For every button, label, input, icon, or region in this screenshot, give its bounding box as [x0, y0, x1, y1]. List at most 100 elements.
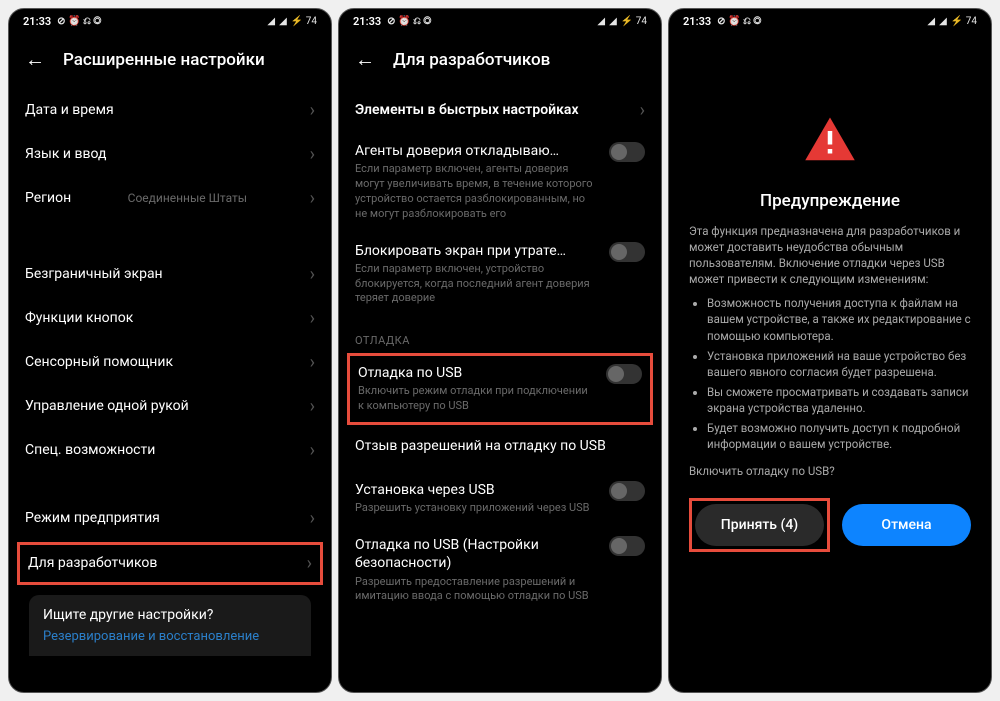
dialog-question: Включить отладку по USB?: [689, 464, 971, 478]
chevron-right-icon: ›: [310, 100, 315, 121]
row-lock-on-trust-lost[interactable]: Блокировать экран при утрате… Если парам…: [355, 232, 645, 317]
chevron-right-icon: ›: [640, 100, 645, 121]
row-desc: Если параметр включен, агенты доверия мо…: [355, 162, 599, 221]
row-trust-agents[interactable]: Агенты доверия откладываю… Если параметр…: [355, 132, 645, 232]
row-buttons[interactable]: Функции кнопок ›: [25, 296, 315, 340]
row-title: Отзыв разрешений на отладку по USB: [355, 437, 635, 455]
card-title: Ищите другие настройки?: [43, 607, 297, 623]
row-usb-security[interactable]: Отладка по USB (Настройки безопасности) …: [355, 526, 645, 614]
status-left-icons: ⊘ ⏰ ⎌ ◎: [57, 16, 101, 27]
battery-icon: ⚡ 74: [951, 16, 977, 27]
row-label: Функции кнопок: [25, 309, 133, 327]
row-label: Элементы в быстрых настройках: [355, 101, 579, 119]
status-time: 21:33: [353, 15, 381, 28]
toggle-lock-trust[interactable]: [609, 242, 645, 262]
row-label: Для разработчиков: [28, 554, 157, 572]
cancel-button[interactable]: Отмена: [842, 504, 971, 546]
dialog-bullet: Будет возможно получить доступ к подробн…: [707, 420, 971, 452]
other-settings-card: Ищите другие настройки? Резервирование и…: [29, 595, 311, 656]
toggle-usb-debugging[interactable]: [606, 364, 642, 384]
signal-icon: ◢: [927, 16, 935, 27]
row-label: Спец. возможности: [25, 441, 155, 459]
wifi-icon: ◢: [609, 16, 617, 27]
back-icon[interactable]: ←: [355, 47, 375, 72]
header: ← Расширенные настройки: [9, 33, 331, 88]
row-language[interactable]: Язык и ввод ›: [25, 132, 315, 176]
row-label: Управление одной рукой: [25, 397, 189, 415]
wifi-icon: ◢: [939, 16, 947, 27]
card-link[interactable]: Резервирование и восстановление: [43, 629, 297, 644]
status-left-icons: ⊘ ⏰ ⎌ ◎: [387, 16, 431, 27]
status-bar: 21:33 ⊘ ⏰ ⎌ ◎ ◢ ◢ ⚡ 74: [669, 9, 991, 33]
dialog-bullet: Установка приложений на ваше устройство …: [707, 348, 971, 380]
status-time: 21:33: [23, 15, 51, 28]
row-datetime[interactable]: Дата и время ›: [25, 88, 315, 132]
section-debug: ОТЛАДКА: [355, 334, 645, 347]
row-one-hand[interactable]: Управление одной рукой ›: [25, 384, 315, 428]
row-label: Режим предприятия: [25, 509, 160, 527]
dialog-list: Возможность получения доступа к файлам н…: [689, 295, 971, 456]
row-label: Язык и ввод: [25, 145, 106, 163]
status-bar: 21:33 ⊘ ⏰ ⎌ ◎ ◢ ◢ ⚡ 74: [339, 9, 661, 33]
row-enterprise[interactable]: Режим предприятия ›: [25, 496, 315, 540]
signal-icon: ◢: [267, 16, 275, 27]
row-region[interactable]: Регион Соединенные Штаты ›: [25, 176, 315, 220]
row-accessibility[interactable]: Спец. возможности ›: [25, 428, 315, 472]
toggle-trust-agents[interactable]: [609, 142, 645, 162]
row-label: Регион: [25, 189, 71, 207]
screen-warning-dialog: 21:33 ⊘ ⏰ ⎌ ◎ ◢ ◢ ⚡ 74 Предупреждение Эт…: [668, 8, 992, 693]
chevron-right-icon: ›: [310, 144, 315, 165]
highlight-usb-debugging: Отладка по USB Включить режим отладки пр…: [347, 353, 653, 425]
row-developers[interactable]: Для разработчиков ›: [28, 551, 312, 576]
screen-extended-settings: 21:33 ⊘ ⏰ ⎌ ◎ ◢ ◢ ⚡ 74 ← Расширенные нас…: [8, 8, 332, 693]
chevron-right-icon: ›: [310, 440, 315, 461]
row-label: Безграничный экран: [25, 265, 163, 283]
row-quick-tiles[interactable]: Элементы в быстрых настройках ›: [355, 88, 645, 132]
accept-button[interactable]: Принять (4): [695, 504, 824, 546]
row-desc: Если параметр включен, устройство блокир…: [355, 262, 599, 307]
highlight-developers: Для разработчиков ›: [17, 542, 323, 585]
status-left-icons: ⊘ ⏰ ⎌ ◎: [717, 16, 761, 27]
back-icon[interactable]: ←: [25, 47, 45, 72]
chevron-right-icon: ›: [310, 264, 315, 285]
dialog-intro: Эта функция предназначена для разработчи…: [689, 223, 971, 287]
chevron-right-icon: ›: [310, 188, 315, 209]
row-desc: Включить режим отладки при подключении к…: [358, 384, 596, 414]
row-label: Сенсорный помощник: [25, 353, 173, 371]
warning-icon: [803, 113, 857, 171]
row-title: Установка через USB: [355, 481, 599, 499]
row-edgeless[interactable]: Безграничный экран ›: [25, 252, 315, 296]
chevron-right-icon: ›: [310, 352, 315, 373]
header: ← Для разработчиков: [339, 33, 661, 88]
row-install-usb[interactable]: Установка через USB Разрешить установку …: [355, 471, 645, 526]
status-time: 21:33: [683, 15, 711, 28]
row-desc: Разрешить установку приложений через USB: [355, 501, 599, 516]
dialog-title: Предупреждение: [689, 191, 971, 211]
dialog-bullet: Вы сможете просматривать и создавать зап…: [707, 384, 971, 416]
battery-icon: ⚡ 74: [621, 16, 647, 27]
wifi-icon: ◢: [279, 16, 287, 27]
page-title: Для разработчиков: [393, 50, 550, 70]
toggle-install-usb[interactable]: [609, 481, 645, 501]
chevron-right-icon: ›: [310, 508, 315, 529]
signal-icon: ◢: [597, 16, 605, 27]
row-title: Блокировать экран при утрате…: [355, 242, 599, 260]
toggle-usb-security[interactable]: [609, 536, 645, 556]
row-desc: Разрешить предоставление разрешений и им…: [355, 575, 599, 605]
chevron-right-icon: ›: [307, 553, 312, 574]
highlight-accept: Принять (4): [689, 498, 830, 552]
row-title: Отладка по USB (Настройки безопасности): [355, 536, 599, 572]
row-label: Дата и время: [25, 101, 114, 119]
status-bar: 21:33 ⊘ ⏰ ⎌ ◎ ◢ ◢ ⚡ 74: [9, 9, 331, 33]
row-title: Агенты доверия откладываю…: [355, 142, 599, 160]
chevron-right-icon: ›: [310, 308, 315, 329]
row-value: Соединенные Штаты: [128, 191, 247, 205]
battery-icon: ⚡ 74: [291, 16, 317, 27]
row-title: Отладка по USB: [358, 364, 596, 382]
row-usb-debugging[interactable]: Отладка по USB Включить режим отладки пр…: [358, 362, 642, 416]
row-revoke-auth[interactable]: Отзыв разрешений на отладку по USB: [355, 427, 645, 471]
screen-developer-options: 21:33 ⊘ ⏰ ⎌ ◎ ◢ ◢ ⚡ 74 ← Для разработчик…: [338, 8, 662, 693]
row-touch-assist[interactable]: Сенсорный помощник ›: [25, 340, 315, 384]
dialog-bullet: Возможность получения доступа к файлам н…: [707, 295, 971, 343]
chevron-right-icon: ›: [310, 396, 315, 417]
